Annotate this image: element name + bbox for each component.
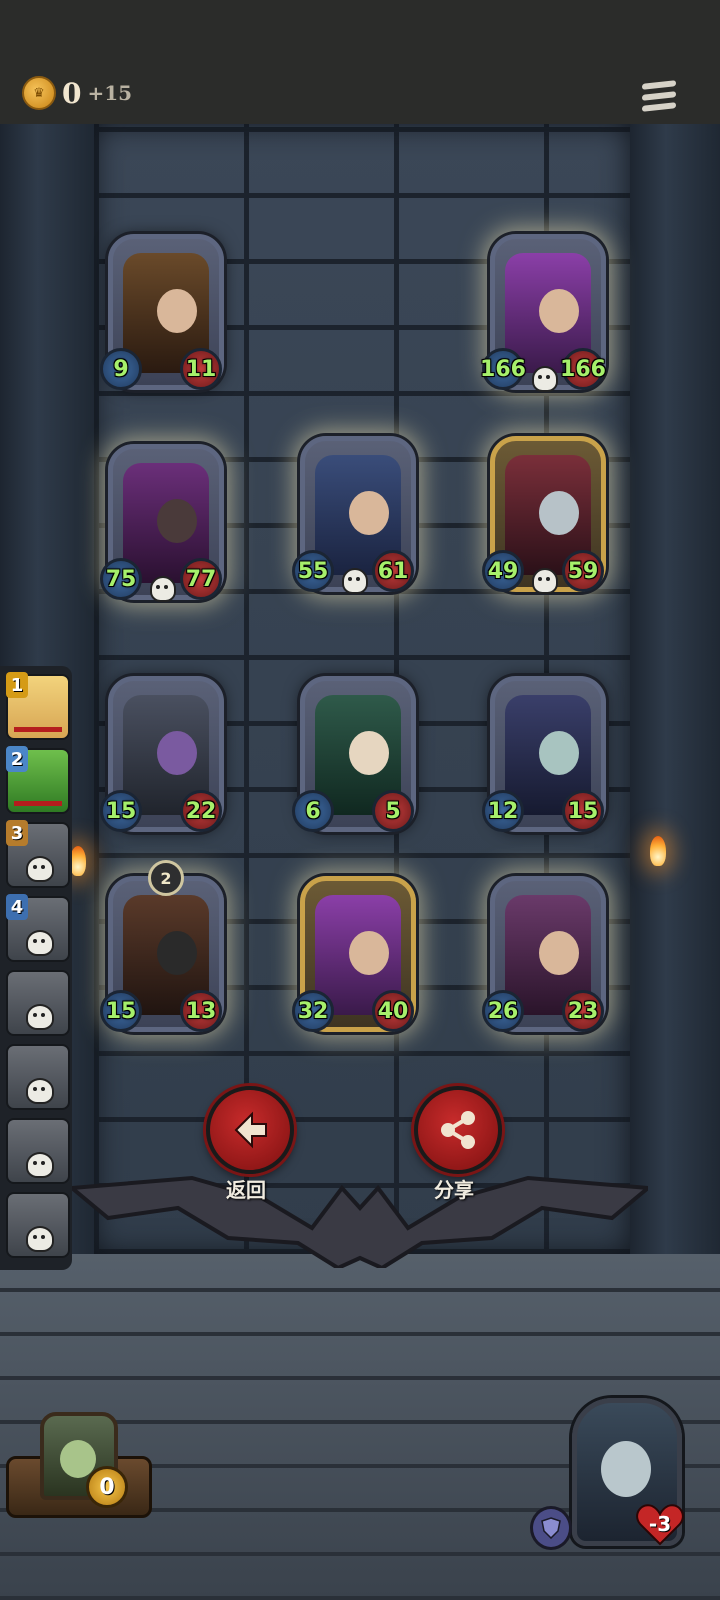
health-delta: -3 bbox=[648, 1512, 672, 1536]
minion-card[interactable]: 49 59 bbox=[482, 436, 606, 594]
leaderboard-player[interactable]: 1 bbox=[6, 672, 70, 740]
arrow-left-icon bbox=[234, 1111, 267, 1149]
minion-card[interactable]: 2 15 13 bbox=[100, 860, 224, 1034]
skull-icon bbox=[532, 366, 558, 392]
health-value: 15 bbox=[562, 790, 604, 832]
minion-card[interactable]: 32 40 bbox=[292, 876, 416, 1034]
skull-icon bbox=[26, 1078, 54, 1104]
skull-icon bbox=[342, 568, 368, 594]
skull-icon bbox=[26, 1004, 54, 1030]
minion-card[interactable]: 9 11 bbox=[100, 234, 224, 392]
attack-value: 166 bbox=[480, 348, 526, 390]
rank-badge: 2 bbox=[6, 746, 28, 772]
health-value: 40 bbox=[372, 990, 414, 1032]
health-value: 5 bbox=[372, 790, 414, 832]
attack-value: 9 bbox=[100, 348, 142, 390]
minion-card[interactable]: 26 23 bbox=[482, 876, 606, 1034]
minion-card[interactable]: 75 77 bbox=[100, 444, 224, 602]
attack-value: 49 bbox=[482, 550, 524, 592]
attack-value: 75 bbox=[100, 558, 142, 600]
leaderboard-player[interactable]: 4 bbox=[6, 894, 70, 962]
leaderboard-player[interactable]: 3 bbox=[6, 820, 70, 888]
attack-value: 6 bbox=[292, 790, 334, 832]
top-bar: ♛ 0 +15 bbox=[0, 0, 720, 124]
tier-badge: 2 bbox=[148, 860, 184, 896]
back-label: 返回 bbox=[226, 1178, 266, 1202]
skull-icon bbox=[26, 1152, 54, 1178]
leaderboard-player[interactable]: 2 bbox=[6, 746, 70, 814]
minion-card[interactable]: 6 5 bbox=[292, 676, 416, 834]
rank-badge: 1 bbox=[6, 672, 28, 698]
skull-icon bbox=[26, 856, 54, 882]
coin-value: 0 bbox=[62, 76, 82, 110]
health-value: 23 bbox=[562, 990, 604, 1032]
coin-increment: +15 bbox=[87, 81, 133, 105]
minion-card[interactable]: 12 15 bbox=[482, 676, 606, 834]
attack-value: 15 bbox=[100, 990, 142, 1032]
minion-card[interactable]: 55 61 bbox=[292, 436, 416, 594]
menu-icon[interactable] bbox=[642, 80, 676, 116]
minion-card[interactable]: 166 166 bbox=[480, 234, 606, 392]
leaderboard: 1 2 3 4 bbox=[0, 666, 72, 1270]
skull-icon bbox=[26, 930, 54, 956]
health-value: 77 bbox=[180, 558, 222, 600]
share-button[interactable] bbox=[414, 1086, 502, 1174]
right-pillar bbox=[630, 124, 720, 1254]
health-value: 13 bbox=[180, 990, 222, 1032]
bat-emblem-icon bbox=[72, 1175, 648, 1268]
leaderboard-player[interactable] bbox=[6, 1192, 70, 1258]
health-value: 61 bbox=[372, 550, 414, 592]
coin-icon: ♛ bbox=[22, 76, 56, 110]
leaderboard-player[interactable] bbox=[6, 1118, 70, 1184]
health-value: 166 bbox=[560, 348, 606, 390]
armor-shield-icon bbox=[530, 1506, 572, 1550]
attack-value: 15 bbox=[100, 790, 142, 832]
attack-value: 12 bbox=[482, 790, 524, 832]
health-bar bbox=[14, 727, 62, 732]
skull-icon bbox=[532, 568, 558, 594]
rank-badge: 3 bbox=[6, 820, 28, 846]
attack-value: 26 bbox=[482, 990, 524, 1032]
tavern-panel[interactable]: 0 bbox=[6, 1406, 152, 1518]
skull-icon bbox=[150, 576, 176, 602]
rank-badge: 4 bbox=[6, 894, 28, 920]
torch-right-icon bbox=[650, 836, 666, 866]
torch-left-icon bbox=[70, 846, 86, 876]
coin-counter: ♛ 0 +15 bbox=[22, 76, 132, 110]
health-bar bbox=[14, 801, 62, 806]
skull-icon bbox=[26, 1226, 54, 1252]
minion-card[interactable]: 15 22 bbox=[100, 676, 224, 834]
health-value: 59 bbox=[562, 550, 604, 592]
leaderboard-player[interactable] bbox=[6, 970, 70, 1036]
health-heart-icon: -3 bbox=[636, 1502, 684, 1546]
health-value: 11 bbox=[180, 348, 222, 390]
health-value: 22 bbox=[180, 790, 222, 832]
back-button[interactable] bbox=[206, 1086, 294, 1174]
leaderboard-player[interactable] bbox=[6, 1044, 70, 1110]
attack-value: 32 bbox=[292, 990, 334, 1032]
share-label: 分享 bbox=[434, 1178, 474, 1202]
gold-badge: 0 bbox=[86, 1466, 128, 1508]
share-icon bbox=[441, 1111, 475, 1149]
attack-value: 55 bbox=[292, 550, 334, 592]
